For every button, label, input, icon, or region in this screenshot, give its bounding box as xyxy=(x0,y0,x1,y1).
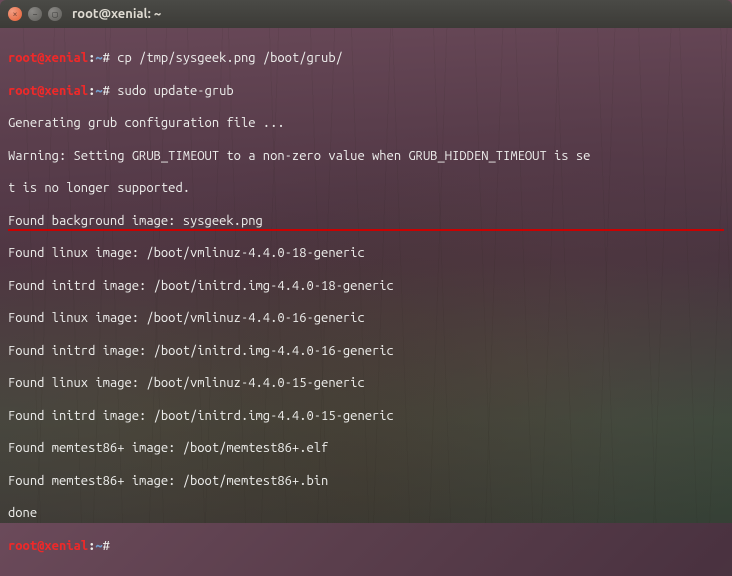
output-line: Found initrd image: /boot/initrd.img-4.4… xyxy=(8,278,724,294)
output-line: Generating grub configuration file ... xyxy=(8,115,724,131)
minimize-icon[interactable]: − xyxy=(28,7,42,21)
output-line: Found linux image: /boot/vmlinuz-4.4.0-1… xyxy=(8,310,724,326)
command-text: cp /tmp/sysgeek.png /boot/grub/ xyxy=(117,51,343,65)
output-line: Found linux image: /boot/vmlinuz-4.4.0-1… xyxy=(8,245,724,261)
prompt-path: ~ xyxy=(95,84,102,98)
output-line: done xyxy=(8,505,724,521)
maximize-icon[interactable]: ▢ xyxy=(48,7,62,21)
prompt-user: root@xenial xyxy=(8,51,88,65)
command-text: sudo update-grub xyxy=(117,84,233,98)
cursor-icon xyxy=(117,539,125,553)
prompt-hash: # xyxy=(103,51,110,65)
output-line: t is no longer supported. xyxy=(8,180,724,196)
prompt-sep: : xyxy=(88,539,95,553)
output-line: Found initrd image: /boot/initrd.img-4.4… xyxy=(8,343,724,359)
prompt-path: ~ xyxy=(95,51,102,65)
terminal-body[interactable]: root@xenial:~# cp /tmp/sysgeek.png /boot… xyxy=(0,28,732,576)
terminal-line: root@xenial:~# sudo update-grub xyxy=(8,83,724,99)
prompt-path: ~ xyxy=(95,539,102,553)
close-icon[interactable]: × xyxy=(8,7,22,21)
prompt-hash: # xyxy=(103,84,110,98)
output-line: Warning: Setting GRUB_TIMEOUT to a non-z… xyxy=(8,148,724,164)
output-line: Found linux image: /boot/vmlinuz-4.4.0-1… xyxy=(8,375,724,391)
output-line: Found memtest86+ image: /boot/memtest86+… xyxy=(8,473,724,489)
output-line-highlighted: Found background image: sysgeek.png xyxy=(8,213,724,229)
terminal-line: root@xenial:~# cp /tmp/sysgeek.png /boot… xyxy=(8,50,724,66)
prompt-hash: # xyxy=(103,539,110,553)
prompt-user: root@xenial xyxy=(8,84,88,98)
window-controls: × − ▢ xyxy=(8,7,62,21)
window-title: root@xenial: ~ xyxy=(72,7,161,21)
output-line: Found initrd image: /boot/initrd.img-4.4… xyxy=(8,408,724,424)
prompt-user: root@xenial xyxy=(8,539,88,553)
output-line: Found memtest86+ image: /boot/memtest86+… xyxy=(8,440,724,456)
window-titlebar[interactable]: × − ▢ root@xenial: ~ xyxy=(0,0,732,28)
terminal-line: root@xenial:~# xyxy=(8,538,724,554)
